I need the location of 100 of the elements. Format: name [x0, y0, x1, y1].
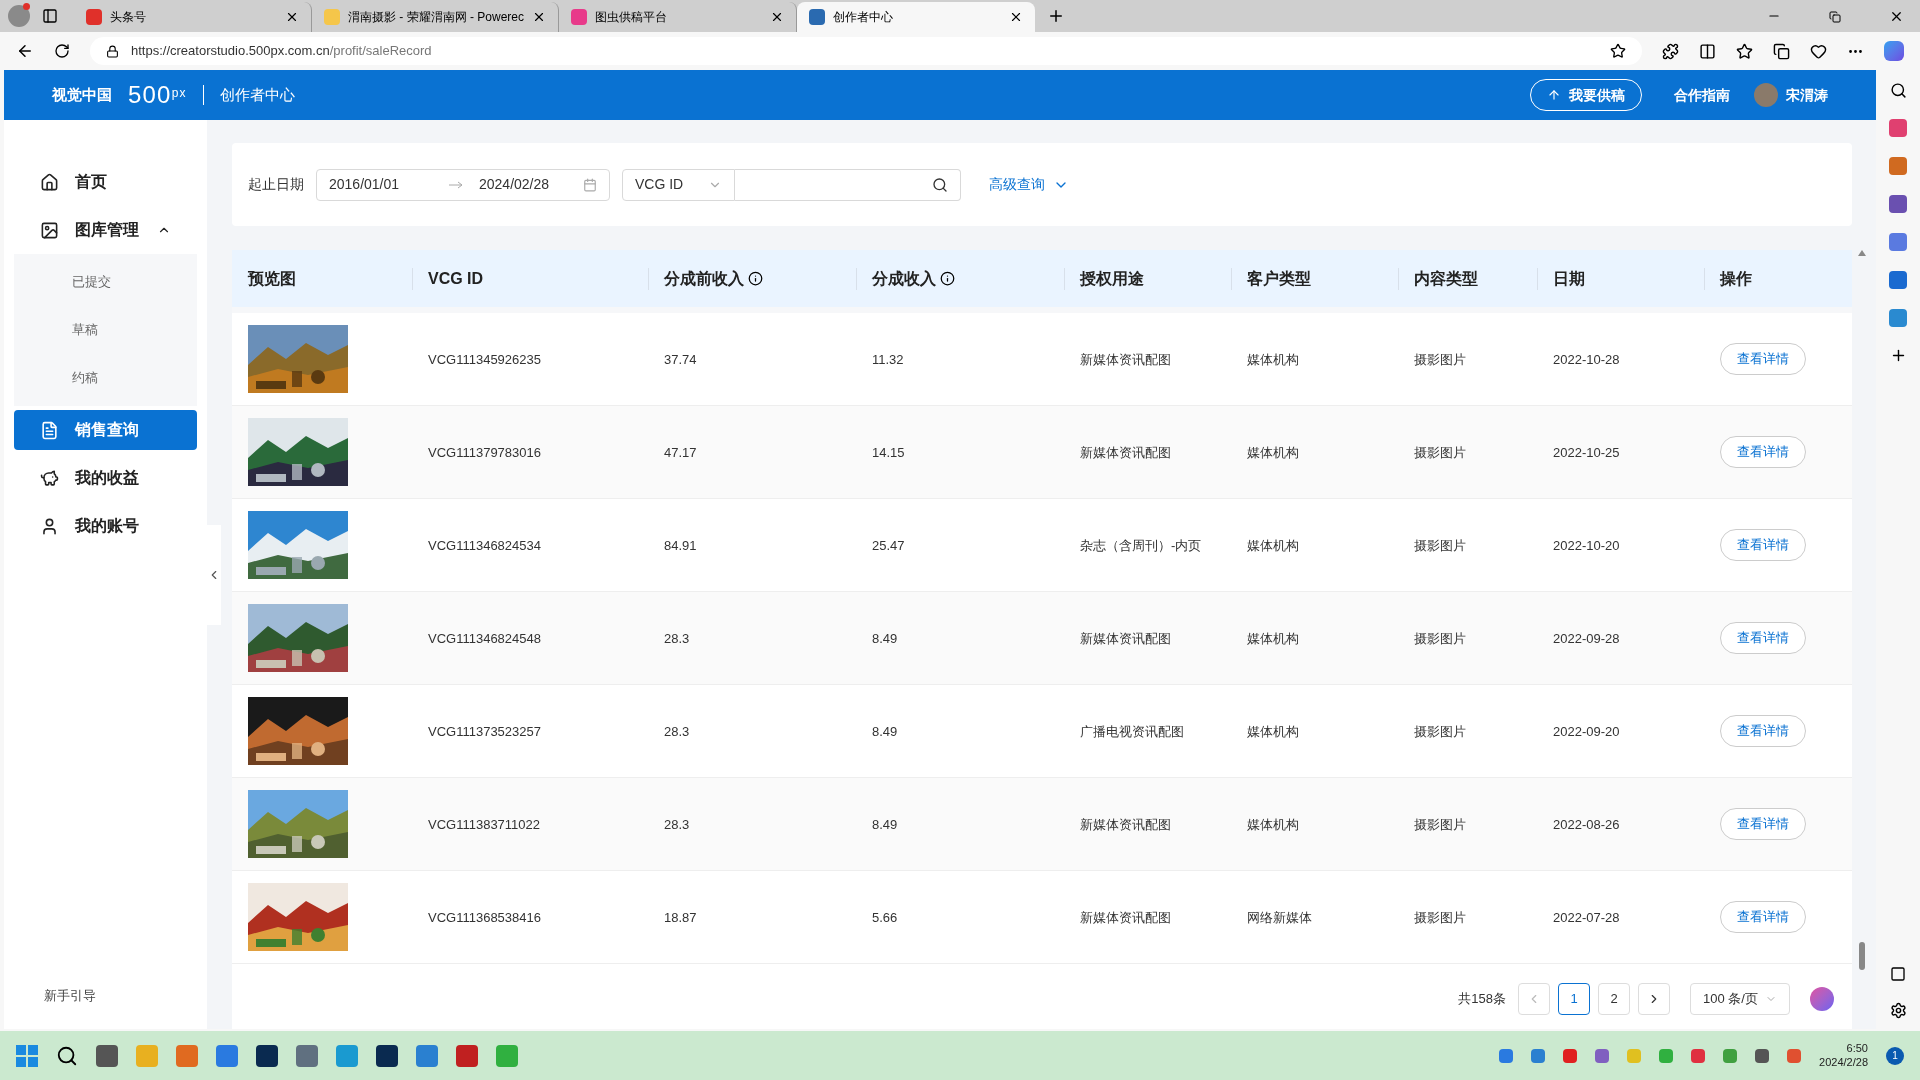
view-details-button[interactable]: 查看详情 [1720, 343, 1806, 375]
new-tab-icon[interactable] [1047, 7, 1065, 25]
sidebar-app-icon[interactable] [1889, 119, 1907, 137]
table-cell: VCG111383711022 [428, 817, 541, 832]
taskbar-app-icon[interactable] [376, 1044, 398, 1067]
settings-icon[interactable] [1889, 1002, 1907, 1019]
tab-favicon-icon [324, 9, 340, 25]
extensions-icon[interactable] [1662, 42, 1679, 60]
user-name[interactable]: 宋渭涛 [1786, 84, 1828, 106]
sidebar-item[interactable]: 我的收益 [14, 458, 197, 498]
guide-link[interactable]: 合作指南 [1674, 84, 1730, 106]
close-tab-icon[interactable] [532, 10, 546, 24]
submenu-item[interactable]: 已提交 [14, 258, 197, 306]
table-cell: 摄影图片 [1414, 631, 1466, 646]
start-icon[interactable] [16, 1044, 38, 1067]
table-cell: 28.3 [664, 724, 690, 739]
logo: 500$^{px}$ [128, 80, 187, 110]
page-button[interactable]: 2 [1598, 983, 1630, 1015]
scrollbar-thumb[interactable] [1859, 942, 1865, 970]
view-details-button[interactable]: 查看详情 [1720, 622, 1806, 654]
column-header: 预览图 [248, 268, 296, 289]
tab-favicon-icon [571, 9, 587, 25]
table-cell: 网络新媒体 [1247, 910, 1312, 925]
table-cell: 媒体机构 [1247, 817, 1299, 832]
sidebar-app-icon[interactable] [1889, 309, 1907, 327]
collapse-handle[interactable] [207, 525, 221, 625]
split-screen-icon[interactable] [1699, 42, 1716, 60]
sidebar-item[interactable]: 图库管理 [14, 210, 197, 250]
tray-icon[interactable] [1595, 1048, 1610, 1063]
table-cell: 媒体机构 [1247, 352, 1299, 367]
reload-icon[interactable] [54, 43, 70, 59]
view-details-button[interactable]: 查看详情 [1720, 808, 1806, 840]
id-type-select[interactable]: VCG ID [622, 168, 735, 201]
table-cell: VCG111345926235 [428, 352, 541, 367]
close-tab-icon[interactable] [1009, 10, 1023, 24]
close-tab-icon[interactable] [285, 10, 299, 24]
favorites-icon[interactable] [1736, 42, 1753, 60]
sidebar-app-icon[interactable] [1889, 157, 1907, 175]
tray-icon[interactable] [1691, 1048, 1706, 1063]
tray-icon[interactable] [1723, 1048, 1738, 1063]
sidebar-item[interactable]: 销售查询 [14, 410, 197, 450]
taskbar-app-icon[interactable] [456, 1044, 478, 1067]
notification-badge[interactable]: 1 [1886, 1046, 1904, 1065]
table-cell: 2022-08-26 [1553, 817, 1620, 832]
close-tab-icon[interactable] [770, 10, 784, 24]
profile-icon[interactable] [8, 5, 30, 27]
page-button[interactable]: 1 [1558, 983, 1590, 1015]
browser-tab[interactable]: 创作者中心 [797, 2, 1035, 32]
column-header: 分成收入 [872, 268, 936, 289]
info-icon [748, 271, 763, 286]
search-icon[interactable] [1889, 82, 1907, 99]
user-icon [40, 516, 59, 536]
tray-icon[interactable] [1563, 1048, 1578, 1063]
piggy-bank-icon [40, 468, 59, 488]
url-text: https://creatorstudio.500px.com.cn/profit/saleRecord [131, 42, 433, 61]
guide-link[interactable]: 新手引导 [14, 985, 197, 1005]
advanced-search-button[interactable]: 高级查询 [989, 174, 1069, 195]
view-details-button[interactable]: 查看详情 [1720, 436, 1806, 468]
collections-icon[interactable] [1773, 42, 1790, 60]
sidebar-app-icon[interactable] [1889, 195, 1907, 213]
sidebar-item[interactable]: 我的账号 [14, 506, 197, 546]
tab-favicon-icon [86, 9, 102, 25]
restore-icon[interactable] [1829, 11, 1841, 23]
sidebar-item[interactable]: 首页 [14, 162, 197, 202]
table-cell: 新媒体资讯配图 [1080, 817, 1171, 832]
table-cell: 2022-07-28 [1553, 910, 1620, 925]
view-details-button[interactable]: 查看详情 [1720, 715, 1806, 747]
search-icon[interactable] [932, 176, 948, 193]
table-cell: VCG111368538416 [428, 910, 541, 925]
table-cell: 摄影图片 [1414, 352, 1466, 367]
submenu-item[interactable]: 草稿 [14, 306, 197, 354]
view-details-button[interactable]: 查看详情 [1720, 901, 1806, 933]
search-icon[interactable] [56, 1044, 78, 1067]
home-icon [40, 172, 59, 192]
view-details-button[interactable]: 查看详情 [1720, 529, 1806, 561]
page-size-select[interactable]: 100 条/页 [1690, 983, 1790, 1015]
sidebar-app-icon[interactable] [1889, 271, 1907, 289]
favorite-icon[interactable] [1610, 43, 1626, 59]
tray-icon[interactable] [1787, 1048, 1802, 1063]
document-icon [40, 420, 59, 440]
tab-actions-icon[interactable] [42, 8, 58, 24]
taskbar-app-icon[interactable] [96, 1044, 118, 1067]
table-cell: VCG111379783016 [428, 445, 541, 460]
column-header: 分成前收入 [664, 268, 744, 289]
tray-icon[interactable] [1755, 1048, 1770, 1063]
taskbar-app-icon[interactable] [256, 1044, 278, 1067]
back-icon[interactable] [16, 42, 34, 60]
column-header: 操作 [1720, 268, 1752, 289]
search-field[interactable] [735, 168, 961, 201]
date-range-field[interactable]: 2016/01/01 2024/02/28 [316, 168, 610, 201]
submenu-item[interactable]: 约稿 [14, 354, 197, 402]
sidebar-app-icon[interactable] [1889, 233, 1907, 251]
table-cell: 18.87 [664, 910, 697, 925]
tray-icon[interactable] [1531, 1048, 1546, 1063]
tray-icon[interactable] [1499, 1048, 1514, 1063]
table-cell: 25.47 [872, 538, 905, 553]
address-bar[interactable]: https://creatorstudio.500px.com.cn/profit/saleRecord [90, 37, 1642, 65]
scroll-up-icon[interactable] [1858, 250, 1866, 256]
section-title: 创作者中心 [219, 84, 295, 105]
close-window-icon[interactable] [1889, 9, 1904, 24]
